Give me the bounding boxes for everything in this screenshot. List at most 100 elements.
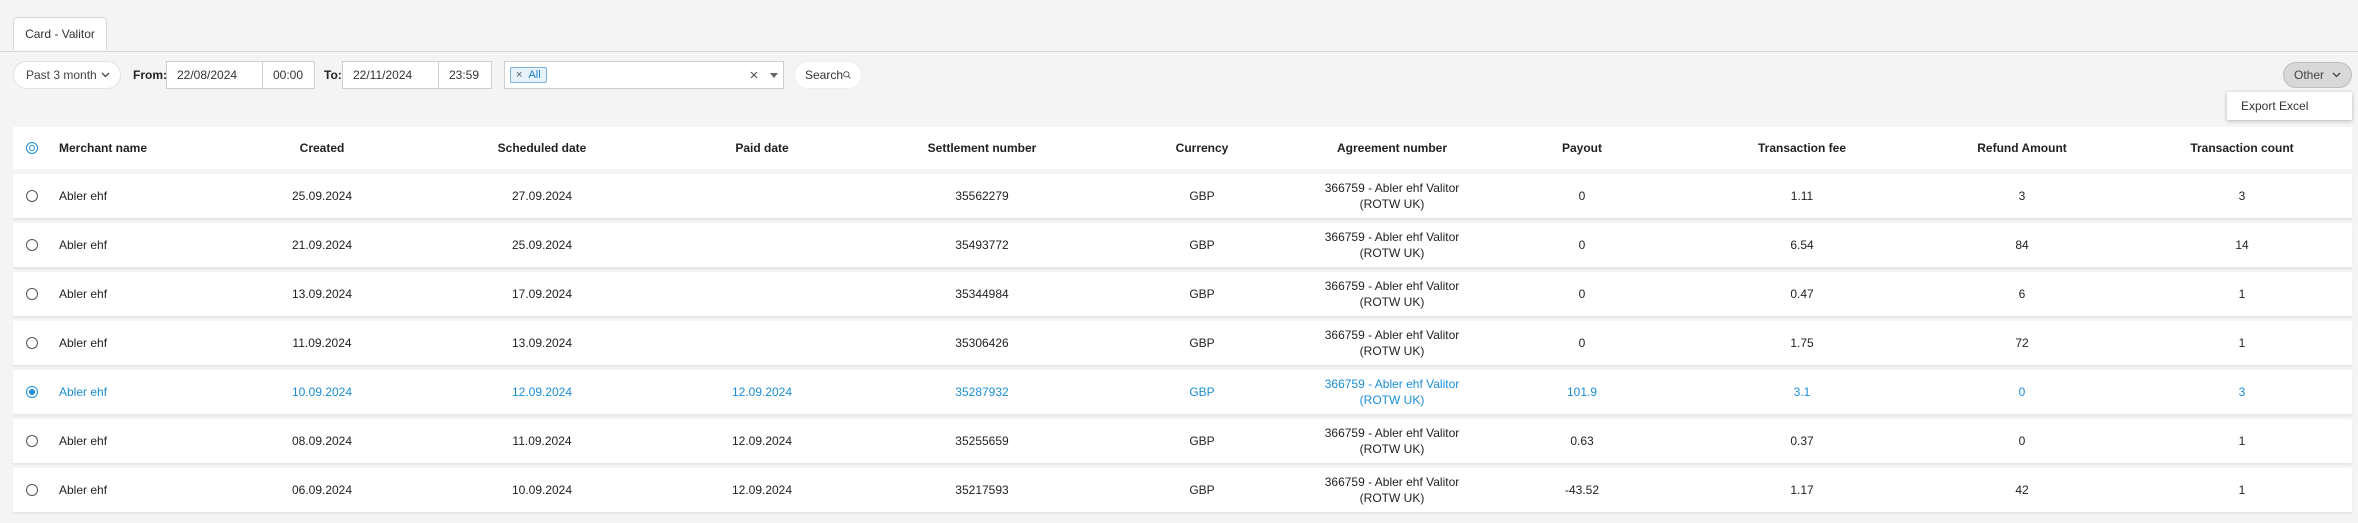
- cell-created: 25.09.2024: [291, 189, 353, 203]
- agreement-line-2: (ROTW UK): [1359, 442, 1425, 456]
- cell-transaction-count: 1: [2238, 483, 2246, 497]
- header-scheduled-date[interactable]: Scheduled date: [498, 140, 587, 156]
- row-radio[interactable]: [26, 484, 38, 496]
- period-value: Past 3 month: [26, 68, 97, 82]
- table-row[interactable]: Abler ehf 25.09.2024 27.09.2024 35562279 GBP…: [13, 174, 2352, 218]
- table-header: Merchant name Created Scheduled date Pai…: [13, 127, 2352, 169]
- table-row[interactable]: Abler ehf 06.09.2024 10.09.2024 12.09.2024 3…: [13, 468, 2352, 512]
- table-row[interactable]: Abler ehf 21.09.2024 25.09.2024 35493772 GBP…: [13, 223, 2352, 267]
- table-row[interactable]: Abler ehf 10.09.2024 12.09.2024 12.09.2024 3…: [13, 370, 2352, 414]
- cell-transaction-fee: 1.75: [1790, 336, 1814, 350]
- row-radio[interactable]: [26, 386, 38, 398]
- row-radio[interactable]: [26, 435, 38, 447]
- agreement-line-1: 366759 - Abler ehf Valitor: [1324, 475, 1460, 489]
- agreement-line-1: 366759 - Abler ehf Valitor: [1324, 426, 1460, 440]
- table-row[interactable]: Abler ehf 08.09.2024 11.09.2024 12.09.2024 3…: [13, 419, 2352, 463]
- agreement-line-2: (ROTW UK): [1359, 246, 1425, 260]
- cell-transaction-count: 1: [2238, 434, 2246, 448]
- cell-merchant-name: Abler ehf: [59, 189, 108, 203]
- table-row[interactable]: Abler ehf 13.09.2024 17.09.2024 35344984 GBP…: [13, 272, 2352, 316]
- from-label: From:: [133, 68, 167, 82]
- cell-currency: GBP: [1189, 434, 1215, 448]
- cell-refund-amount: 3: [2018, 189, 2026, 203]
- header-transaction-count[interactable]: Transaction count: [2190, 140, 2293, 156]
- period-select[interactable]: Past 3 month: [13, 61, 121, 89]
- agreement-line-1: 366759 - Abler ehf Valitor: [1324, 328, 1460, 342]
- cell-agreement-number: 366759 - Abler ehf Valitor (ROTW UK): [1325, 376, 1460, 408]
- header-settlement-number[interactable]: Settlement number: [928, 140, 1037, 156]
- cell-currency: GBP: [1189, 385, 1215, 399]
- search-button[interactable]: Search: [794, 61, 862, 89]
- cell-refund-amount: 84: [2015, 238, 2029, 252]
- cell-paid-date: 12.09.2024: [731, 434, 793, 448]
- cell-currency: GBP: [1189, 336, 1215, 350]
- header-payout[interactable]: Payout: [1562, 140, 1602, 156]
- cell-settlement-number: 35217593: [955, 483, 1009, 497]
- cell-merchant-name: Abler ehf: [59, 336, 108, 350]
- cell-transaction-count: 1: [2238, 336, 2246, 350]
- cell-agreement-number: 366759 - Abler ehf Valitor (ROTW UK): [1325, 278, 1460, 310]
- dropdown-arrow-icon[interactable]: [770, 72, 778, 78]
- cell-created: 06.09.2024: [291, 483, 353, 497]
- from-date-input[interactable]: 22/08/2024: [166, 61, 263, 89]
- cell-transaction-count: 14: [2235, 238, 2249, 252]
- agreement-line-1: 366759 - Abler ehf Valitor: [1324, 230, 1460, 244]
- cell-agreement-number: 366759 - Abler ehf Valitor (ROTW UK): [1325, 327, 1460, 359]
- cell-scheduled-date: 13.09.2024: [511, 336, 573, 350]
- to-time-input[interactable]: 23:59: [438, 61, 492, 89]
- header-currency[interactable]: Currency: [1176, 140, 1229, 156]
- cell-transaction-fee: 0.47: [1790, 287, 1814, 301]
- cell-created: 08.09.2024: [291, 434, 353, 448]
- cell-currency: GBP: [1189, 238, 1215, 252]
- cell-transaction-fee: 0.37: [1790, 434, 1814, 448]
- cell-agreement-number: 366759 - Abler ehf Valitor (ROTW UK): [1325, 229, 1460, 261]
- header-paid-date[interactable]: Paid date: [735, 140, 788, 156]
- cell-transaction-fee: 1.17: [1790, 483, 1814, 497]
- tab-divider: [0, 51, 2358, 52]
- agreement-line-2: (ROTW UK): [1359, 393, 1425, 407]
- header-merchant-name[interactable]: Merchant name: [59, 140, 147, 156]
- row-radio[interactable]: [26, 239, 38, 251]
- row-radio[interactable]: [26, 288, 38, 300]
- header-agreement-number[interactable]: Agreement number: [1337, 140, 1447, 156]
- tab-card-valitor[interactable]: Card - Valitor: [13, 17, 107, 50]
- cell-created: 10.09.2024: [291, 385, 353, 399]
- other-button[interactable]: Other: [2283, 62, 2352, 88]
- from-time-input[interactable]: 00:00: [262, 61, 315, 89]
- tag-remove-icon[interactable]: ×: [516, 69, 522, 81]
- cell-refund-amount: 0: [2018, 385, 2026, 399]
- cell-merchant-name: Abler ehf: [59, 483, 108, 497]
- cell-transaction-count: 3: [2238, 385, 2246, 399]
- agreement-line-2: (ROTW UK): [1359, 344, 1425, 358]
- agreement-line-1: 366759 - Abler ehf Valitor: [1324, 279, 1460, 293]
- header-refund-amount[interactable]: Refund Amount: [1977, 140, 2067, 156]
- export-excel-menu-item[interactable]: Export Excel: [2227, 92, 2352, 120]
- cell-payout: 0: [1578, 287, 1586, 301]
- select-all-radio[interactable]: [26, 142, 38, 154]
- header-transaction-fee[interactable]: Transaction fee: [1758, 140, 1846, 156]
- table-row[interactable]: Abler ehf 11.09.2024 13.09.2024 35306426 GBP…: [13, 321, 2352, 365]
- row-radio[interactable]: [26, 337, 38, 349]
- cell-payout: -43.52: [1564, 483, 1600, 497]
- chevron-down-icon: [2332, 72, 2341, 78]
- cell-refund-amount: 6: [2018, 287, 2026, 301]
- cell-settlement-number: 35493772: [955, 238, 1009, 252]
- cell-refund-amount: 72: [2015, 336, 2029, 350]
- agreement-line-2: (ROTW UK): [1359, 295, 1425, 309]
- row-radio[interactable]: [26, 190, 38, 202]
- cell-payout: 0: [1578, 238, 1586, 252]
- agreement-line-1: 366759 - Abler ehf Valitor: [1324, 181, 1460, 195]
- to-date-input[interactable]: 22/11/2024: [342, 61, 439, 89]
- cell-refund-amount: 0: [2018, 434, 2026, 448]
- cell-scheduled-date: 17.09.2024: [511, 287, 573, 301]
- tag-label: All: [528, 69, 541, 81]
- agreement-line-1: 366759 - Abler ehf Valitor: [1324, 377, 1460, 391]
- agreement-select[interactable]: × All: [504, 61, 784, 89]
- clear-icon[interactable]: [750, 71, 758, 79]
- cell-settlement-number: 35562279: [955, 189, 1009, 203]
- cell-merchant-name: Abler ehf: [59, 238, 108, 252]
- from-time-value: 00:00: [273, 68, 304, 82]
- header-created[interactable]: Created: [300, 140, 345, 156]
- to-label: To:: [324, 68, 342, 82]
- cell-payout: 0: [1578, 336, 1586, 350]
